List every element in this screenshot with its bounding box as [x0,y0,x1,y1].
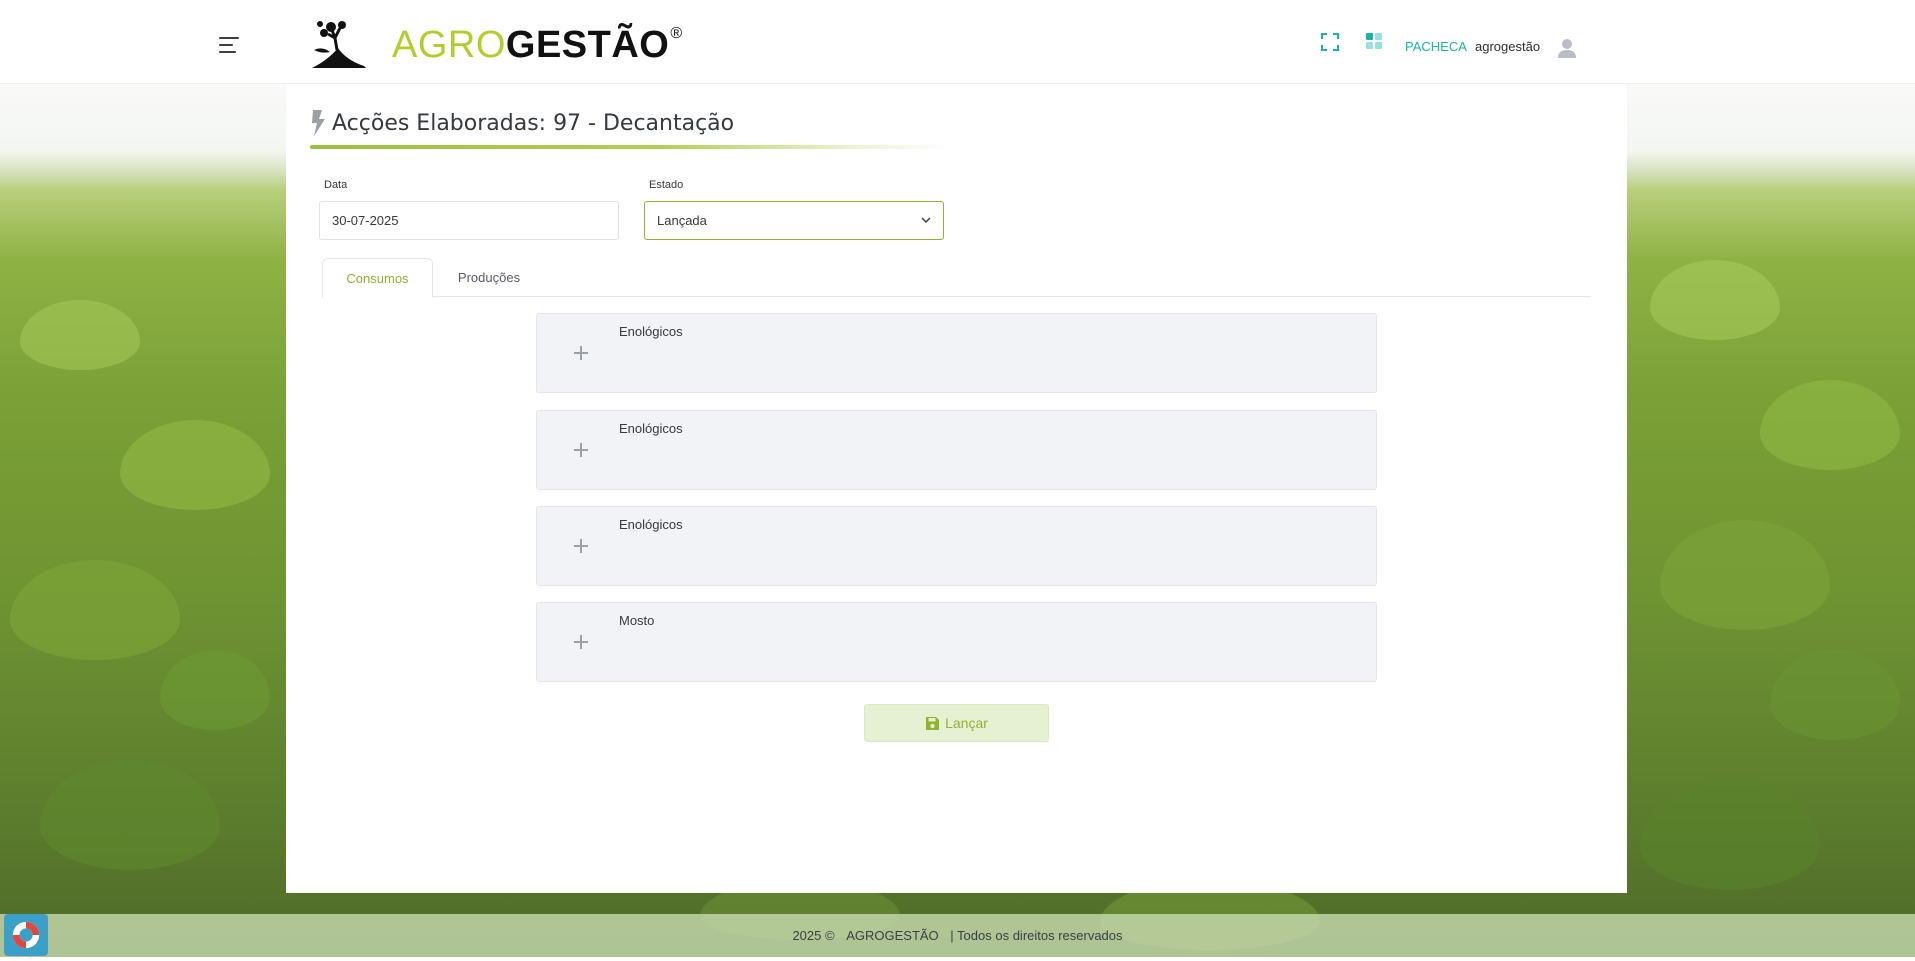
top-header: AGROGESTÃO® PACHECA agrogestão [0,5,1915,84]
footer: 2025 © AGROGESTÃO | Todos os direitos re… [0,914,1915,957]
chevron-down-icon [921,217,931,223]
apps-icon[interactable] [1366,33,1383,50]
menu-toggle-button[interactable] [219,35,241,55]
company-name[interactable]: PACHECA [1405,39,1467,54]
tab-producoes[interactable]: Produções [433,258,545,298]
footer-year: 2025 © [792,928,835,943]
accordion-item-enologicos-3[interactable]: Enológicos [536,506,1377,586]
user-icon[interactable] [1558,38,1576,58]
main-panel: Acções Elaboradas: 97 - Decantação Data … [286,84,1627,893]
logo-gestao: GESTÃO [505,24,670,66]
logo-agro: AGRO [392,24,506,66]
footer-rights: | Todos os direitos reservados [950,928,1123,943]
launch-button[interactable]: Lançar [864,704,1049,742]
logo-registered-mark: ® [670,25,683,42]
plus-icon [574,539,588,553]
logo-tree-icon [312,21,366,68]
app-logo[interactable]: AGROGESTÃO® [308,19,683,71]
estado-select-value: Lançada [657,213,707,228]
help-button[interactable] [4,914,48,956]
accordion-item-enologicos-1[interactable]: Enológicos [536,313,1377,393]
accordion-label: Mosto [619,613,655,628]
accordion-label: Enológicos [619,421,683,436]
accordion-item-enologicos-2[interactable]: Enológicos [536,410,1377,490]
tab-consumos[interactable]: Consumos [322,258,433,298]
data-input-value: 30-07-2025 [332,213,399,228]
page-title: Acções Elaboradas: 97 - Decantação [310,110,734,136]
accordion-label: Enológicos [619,517,683,532]
username: agrogestão [1475,39,1541,54]
bottom-strip [0,957,1915,961]
plus-icon [574,635,588,649]
plus-icon [574,346,588,360]
estado-label: Estado [649,179,684,191]
fullscreen-icon[interactable] [1321,33,1339,51]
plus-icon [574,443,588,457]
bolt-icon [312,110,325,136]
accordion-label: Enológicos [619,324,683,339]
tab-bar: Consumos Produções [322,258,1591,298]
footer-brand: AGROGESTÃO [846,928,939,943]
launch-button-label: Lançar [945,715,988,731]
save-icon [926,716,940,730]
logo-text: AGROGESTÃO® [392,24,683,66]
lifebuoy-icon [12,921,40,949]
estado-select[interactable]: Lançada [644,201,944,240]
data-label: Data [324,179,348,191]
title-underline [310,145,950,149]
page-title-text: Acções Elaboradas: 97 - Decantação [332,110,735,136]
data-input[interactable]: 30-07-2025 [319,201,619,240]
accordion-item-mosto[interactable]: Mosto [536,602,1377,682]
